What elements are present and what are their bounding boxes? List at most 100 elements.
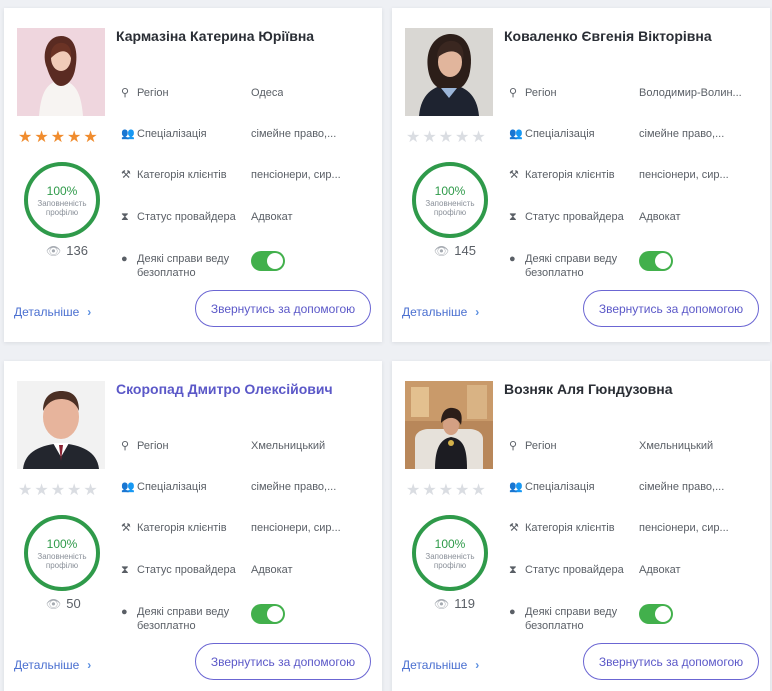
more-link-label: Детальніше: [402, 658, 468, 672]
provider-photo-image: [17, 28, 105, 116]
people-icon: 👥: [509, 128, 523, 140]
hourglass-icon: ⧗: [121, 211, 129, 223]
specialization-label: Спеціалізація: [525, 481, 595, 493]
provider-card: Возняк Аля Гюндузовна ★ ★ ★ ★ ★ 100% Зап…: [392, 361, 770, 691]
pro-bono-toggle[interactable]: [251, 604, 285, 624]
client-category-label: Категорія клієнтів: [137, 522, 227, 534]
eye-icon: 👁: [434, 243, 450, 258]
provider-status-row: ⧗ Статус провайдера Адвокат: [509, 210, 765, 224]
pro-bono-toggle[interactable]: [251, 251, 285, 271]
provider-status-row: ⧗ Статус провайдера Адвокат: [509, 563, 765, 577]
help-button[interactable]: Звернутись за допомогою: [195, 643, 371, 680]
star-icon: ★: [50, 482, 66, 499]
region-row: ⚲ Регіон Володимир-Волин...: [509, 86, 765, 100]
region-label: Регіон: [525, 440, 557, 452]
info-icon: ●: [509, 606, 516, 618]
star-icon: ★: [18, 129, 33, 146]
provider-photo-image: [405, 381, 493, 469]
rating-stars: ★ ★ ★ ★ ★: [18, 129, 98, 147]
info-icon: ●: [121, 253, 128, 265]
specialization-label: Спеціалізація: [137, 128, 207, 140]
pro-bono-row: ● Деякі справи веду безоплатно: [121, 604, 377, 633]
help-button[interactable]: Звернутись за допомогою: [583, 643, 759, 680]
client-category-row: ⚒ Категорія клієнтів пенсіонери, сир...: [509, 168, 765, 182]
client-category-label: Категорія клієнтів: [525, 522, 615, 534]
completeness-value: 100%: [434, 536, 466, 551]
region-value: Хмельницький: [639, 440, 714, 452]
pro-bono-toggle[interactable]: [639, 604, 673, 624]
more-link[interactable]: Детальніше ›: [402, 658, 479, 672]
provider-card: Коваленко Євгенія Вікторівна ★ ★ ★ ★ ★ 1…: [392, 8, 770, 342]
provider-photo-image: [405, 28, 493, 116]
star-icon: ★: [34, 482, 49, 499]
map-pin-icon: ⚲: [121, 87, 130, 99]
completeness-value: 100%: [46, 183, 78, 198]
completeness-label: Заповненість профілю: [37, 198, 87, 217]
provider-photo[interactable]: [405, 381, 493, 469]
provider-status-label: Статус провайдера: [525, 564, 624, 576]
star-icon: ★: [406, 482, 421, 499]
provider-photo[interactable]: [17, 381, 105, 469]
profile-completeness: 100% Заповненість профілю: [22, 160, 102, 240]
provider-status-row: ⧗ Статус провайдера Адвокат: [121, 563, 377, 577]
hourglass-icon: ⧗: [121, 564, 129, 576]
star-icon: ★: [422, 482, 437, 499]
pro-bono-toggle[interactable]: [639, 251, 673, 271]
eye-icon: 👁: [46, 596, 62, 611]
eye-icon: 👁: [46, 243, 62, 258]
people-icon: 👥: [121, 481, 135, 493]
views-counter: 👁 119: [434, 596, 475, 611]
more-link[interactable]: Детальніше ›: [14, 658, 91, 672]
specialization-row: 👥 Спеціалізація сімейне право,...: [509, 127, 765, 141]
provider-name[interactable]: Возняк Аля Гюндузовна: [504, 381, 760, 397]
profile-completeness: 100% Заповненість профілю: [410, 513, 490, 593]
profile-completeness: 100% Заповненість профілю: [410, 160, 490, 240]
pro-bono-label: Деякі справи веду безоплатно: [525, 606, 618, 632]
help-button[interactable]: Звернутись за допомогою: [195, 290, 371, 327]
help-button[interactable]: Звернутись за допомогою: [583, 290, 759, 327]
chevron-right-icon: ›: [475, 658, 480, 672]
more-link[interactable]: Детальніше ›: [402, 305, 479, 319]
region-row: ⚲ Регіон Хмельницький: [509, 439, 765, 453]
chevron-right-icon: ›: [87, 305, 92, 319]
map-pin-icon: ⚲: [509, 440, 518, 452]
info-icon: ●: [509, 253, 516, 265]
more-link[interactable]: Детальніше ›: [14, 305, 91, 319]
completeness-label: Заповненість профілю: [37, 551, 87, 570]
more-link-label: Детальніше: [14, 658, 80, 672]
specialization-value: сімейне право,...: [639, 481, 725, 493]
client-category-label: Категорія клієнтів: [137, 169, 227, 181]
provider-name[interactable]: Скоропад Дмитро Олексійович: [116, 381, 372, 397]
provider-card: Скоропад Дмитро Олексійович ★ ★ ★ ★ ★ 10…: [4, 361, 382, 691]
eye-icon: 👁: [434, 596, 450, 611]
provider-name[interactable]: Коваленко Євгенія Вікторівна: [504, 28, 760, 44]
star-icon: ★: [471, 129, 486, 146]
provider-status-value: Адвокат: [251, 564, 293, 576]
specialization-value: сімейне право,...: [251, 481, 337, 493]
client-category-row: ⚒ Категорія клієнтів пенсіонери, сир...: [121, 168, 377, 182]
client-category-row: ⚒ Категорія клієнтів пенсіонери, сир...: [509, 521, 765, 535]
provider-name[interactable]: Кармазіна Катерина Юріївна: [116, 28, 372, 44]
views-count: 119: [454, 596, 475, 611]
provider-photo[interactable]: [17, 28, 105, 116]
star-icon: ★: [50, 129, 66, 146]
star-icon: ★: [34, 129, 49, 146]
profile-completeness: 100% Заповненість профілю: [22, 513, 102, 593]
client-category-label: Категорія клієнтів: [525, 169, 615, 181]
people-icon: 👥: [509, 481, 523, 493]
pro-bono-label: Деякі справи веду безоплатно: [137, 606, 230, 632]
gavel-icon: ⚒: [509, 522, 519, 534]
specialization-row: 👥 Спеціалізація сімейне право,...: [509, 480, 765, 494]
provider-photo[interactable]: [405, 28, 493, 116]
pro-bono-row: ● Деякі справи веду безоплатно: [509, 251, 765, 280]
chevron-right-icon: ›: [475, 305, 480, 319]
provider-status-label: Статус провайдера: [525, 211, 624, 223]
region-row: ⚲ Регіон Одеса: [121, 86, 377, 100]
specialization-value: сімейне право,...: [251, 128, 337, 140]
rating-stars: ★ ★ ★ ★ ★: [18, 482, 98, 500]
star-icon: ★: [422, 129, 437, 146]
provider-status-row: ⧗ Статус провайдера Адвокат: [121, 210, 377, 224]
completeness-label: Заповненість профілю: [425, 198, 475, 217]
star-icon: ★: [471, 482, 486, 499]
specialization-label: Спеціалізація: [525, 128, 595, 140]
